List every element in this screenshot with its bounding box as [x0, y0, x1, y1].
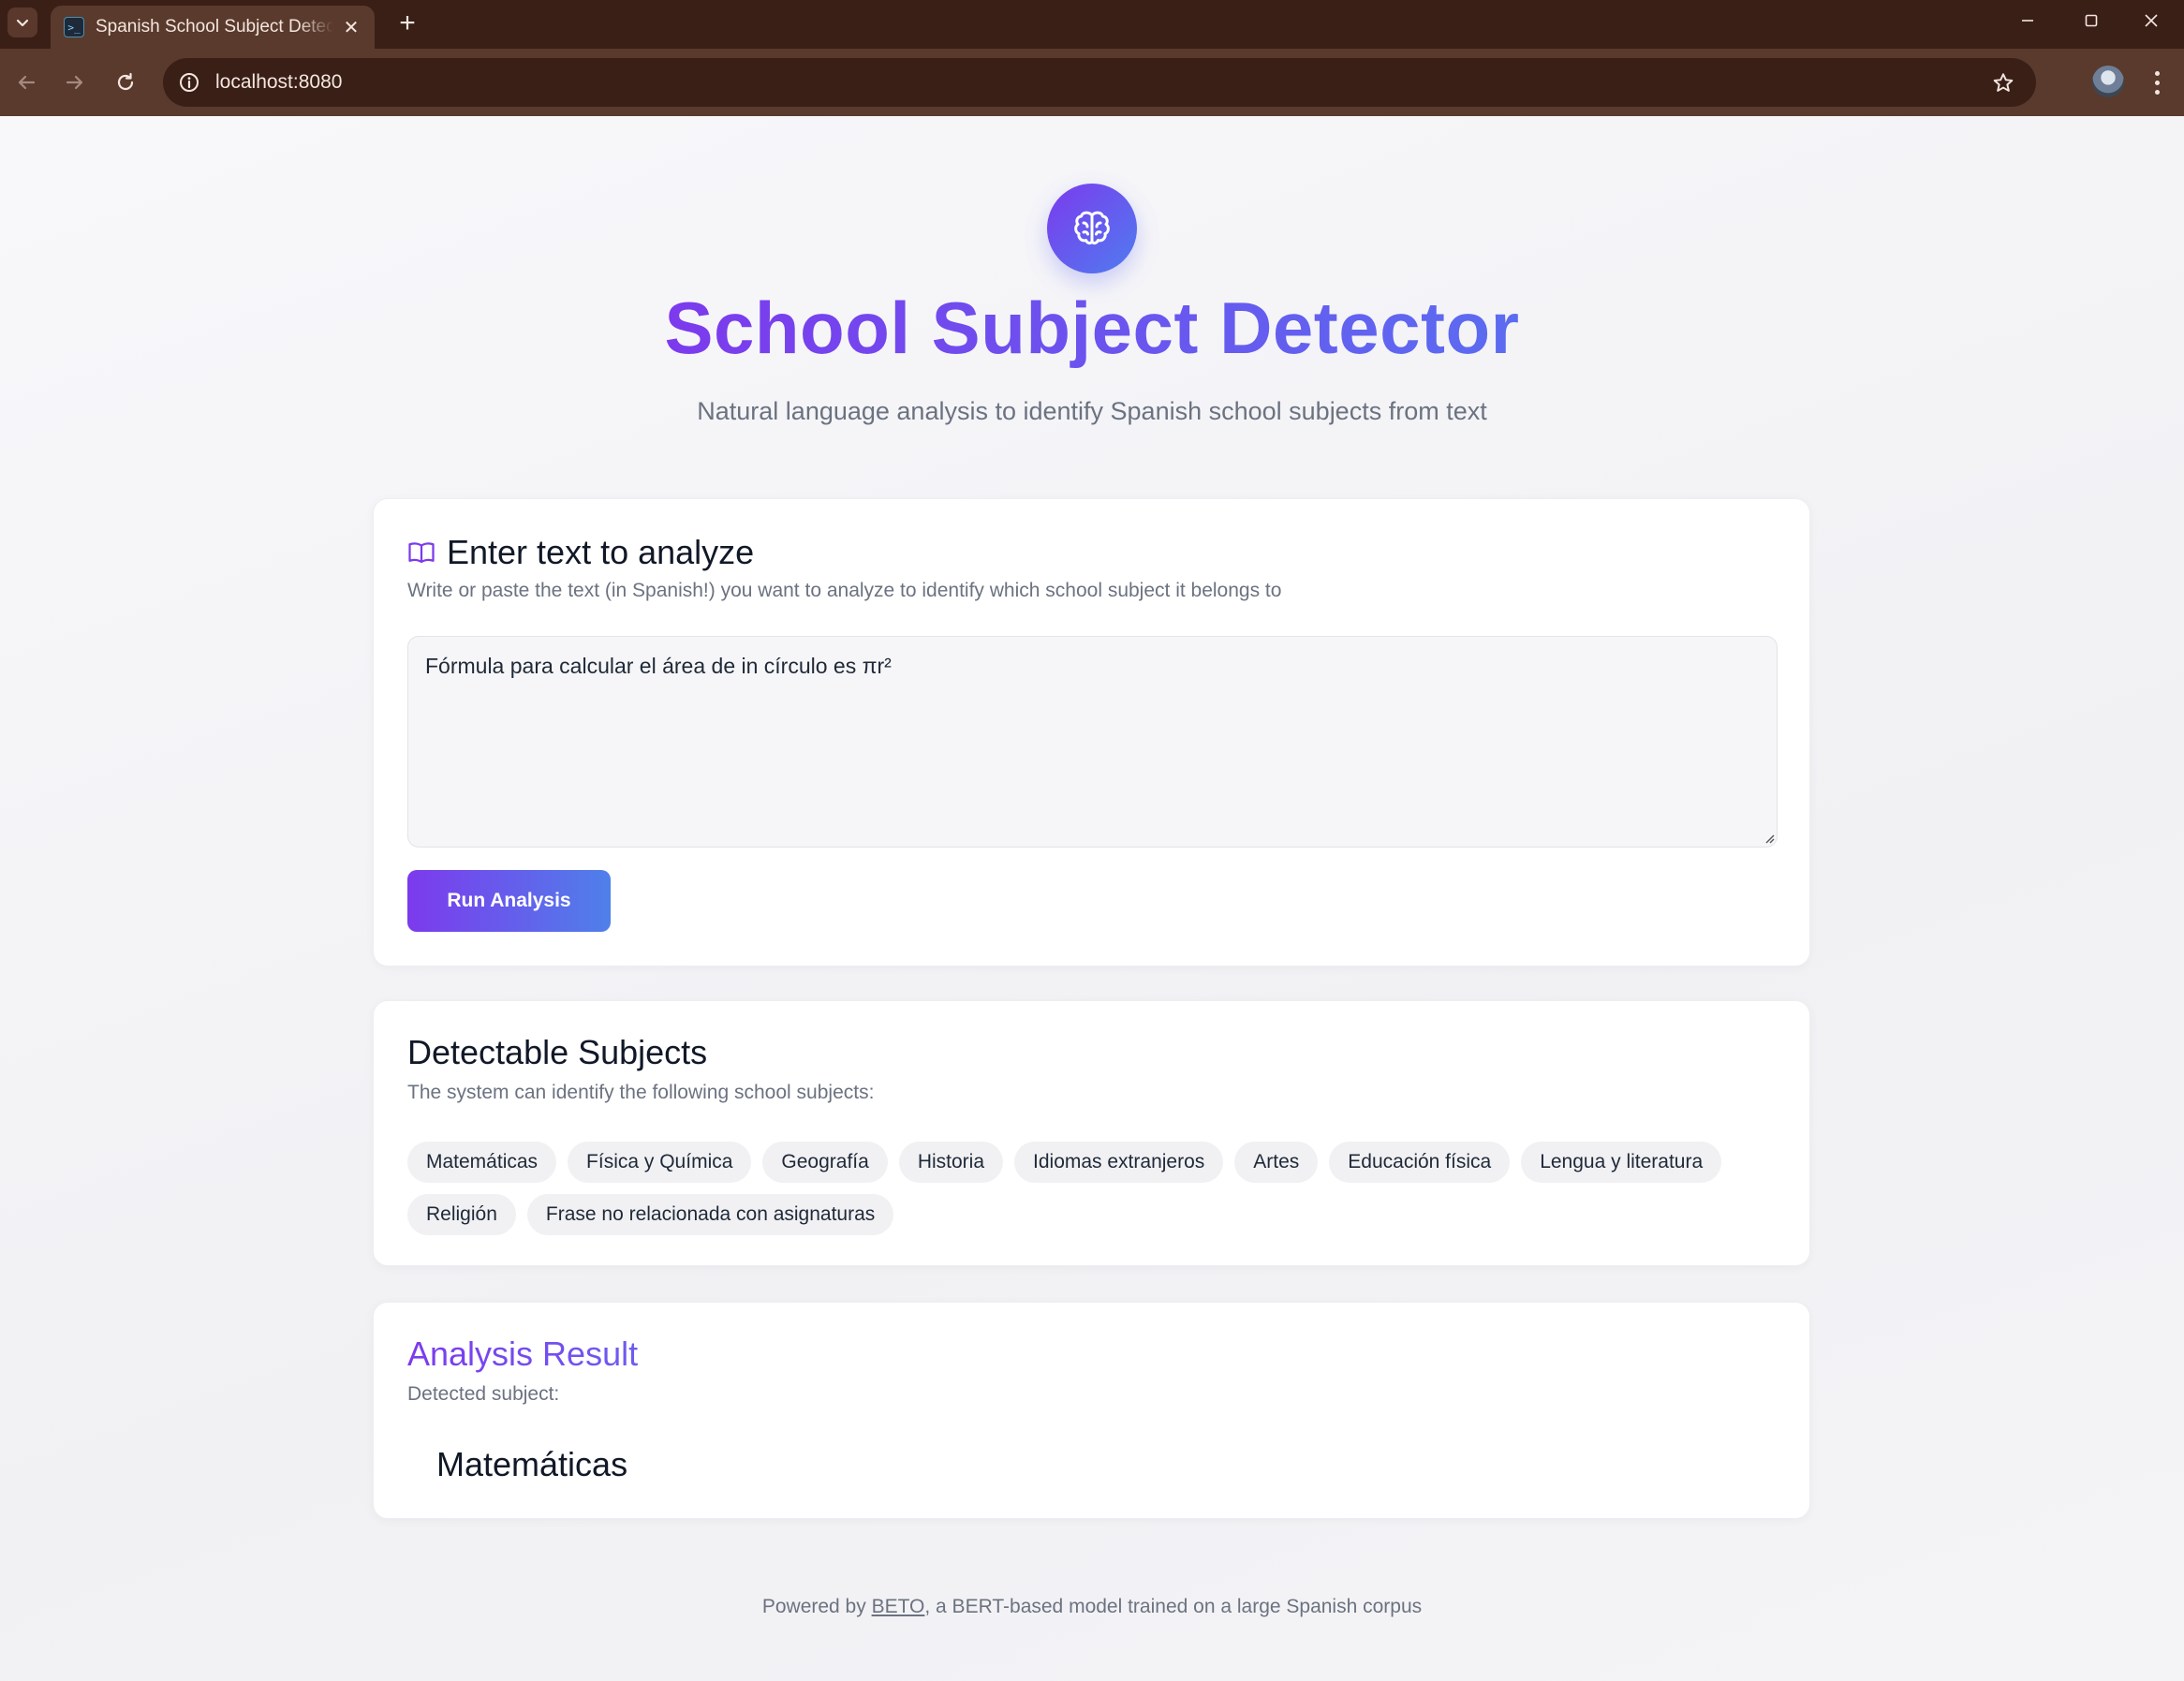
run-analysis-button[interactable]: Run Analysis [407, 870, 611, 932]
brain-icon [1047, 184, 1137, 273]
tab-close-icon[interactable]: ✕ [341, 17, 362, 38]
new-tab-button[interactable]: + [391, 7, 423, 39]
subject-chip: Educación física [1329, 1142, 1511, 1183]
resize-grip-icon[interactable] [1762, 831, 1775, 844]
footer-suffix: , a BERT-based model trained on a large … [924, 1596, 1423, 1617]
back-button[interactable] [9, 66, 43, 99]
result-card: Analysis Result Detected subject: Matemá… [373, 1302, 1810, 1519]
close-icon [2145, 14, 2158, 27]
bookmark-star-icon[interactable] [1989, 69, 2017, 97]
result-label: Detected subject: [407, 1383, 560, 1405]
result-card-title: Analysis Result [407, 1334, 638, 1374]
browser-tab[interactable]: >_ Spanish School Subject Detector ✕ [51, 6, 375, 49]
subject-chip: Artes [1234, 1142, 1319, 1183]
subject-chip: Física y Química [568, 1142, 752, 1183]
tab-search-button[interactable] [7, 7, 37, 37]
subject-chip: Matemáticas [407, 1142, 557, 1183]
page-title: School Subject Detector [0, 285, 2184, 373]
subject-chip: Geografía [762, 1142, 888, 1183]
subject-chip: Lengua y literatura [1521, 1142, 1722, 1183]
subject-chip: Frase no relacionada con asignaturas [526, 1194, 894, 1235]
page-footer: Powered by BETO, a BERT-based model trai… [0, 1596, 2184, 1618]
subjects-card-description: The system can identify the following sc… [407, 1082, 875, 1103]
subjects-card-title: Detectable Subjects [407, 1033, 708, 1071]
footer-prefix: Powered by [761, 1596, 872, 1617]
page-subtitle: Natural language analysis to identify Sp… [697, 397, 1487, 425]
page-title-text: School Subject Detector [664, 287, 1520, 369]
arrow-left-icon [18, 75, 36, 90]
maximize-icon [2085, 14, 2098, 27]
terminal-favicon-icon: >_ [64, 17, 84, 37]
maximize-button[interactable] [2059, 0, 2124, 41]
input-card: Enter text to analyze Write or paste the… [373, 498, 1810, 966]
close-window-button[interactable] [2118, 0, 2184, 41]
detected-subject: Matemáticas [436, 1445, 628, 1483]
chevron-down-icon [16, 19, 29, 27]
forward-button[interactable] [58, 66, 92, 99]
result-card-title-text: Analysis Result [407, 1334, 639, 1373]
browser-toolbar: localhost:8080 [0, 49, 2184, 116]
subject-chip-list: Matemáticas Física y Química Geografía H… [407, 1142, 1778, 1235]
url-text: localhost:8080 [215, 71, 343, 93]
input-card-description: Write or paste the text (in Spanish!) yo… [407, 580, 1282, 601]
address-bar[interactable]: localhost:8080 [163, 58, 2036, 107]
reload-icon [117, 72, 134, 91]
tab-title: Spanish School Subject Detector [96, 17, 333, 37]
arrow-right-icon [66, 75, 83, 90]
minimize-icon [2022, 20, 2033, 22]
book-open-icon [407, 538, 435, 567]
subjects-card: Detectable Subjects The system can ident… [373, 1000, 1810, 1266]
input-card-title: Enter text to analyze [407, 533, 754, 572]
page-content: School Subject Detector Natural language… [0, 116, 2184, 1681]
site-info-icon[interactable] [176, 69, 202, 96]
subject-chip: Historia [898, 1142, 1004, 1183]
subject-chip: Religión [407, 1194, 516, 1235]
browser-menu-icon[interactable] [2143, 66, 2171, 99]
beto-link[interactable]: BETO [872, 1596, 925, 1617]
input-card-title-text: Enter text to analyze [447, 533, 755, 571]
subject-chip: Idiomas extranjeros [1014, 1142, 1224, 1183]
profile-avatar[interactable] [2092, 66, 2124, 97]
analysis-text-input[interactable]: Fórmula para calcular el área de in círc… [407, 636, 1778, 848]
browser-tabstrip: >_ Spanish School Subject Detector ✕ + [0, 0, 2184, 49]
reload-button[interactable] [109, 66, 142, 99]
minimize-button[interactable] [1995, 0, 2060, 41]
